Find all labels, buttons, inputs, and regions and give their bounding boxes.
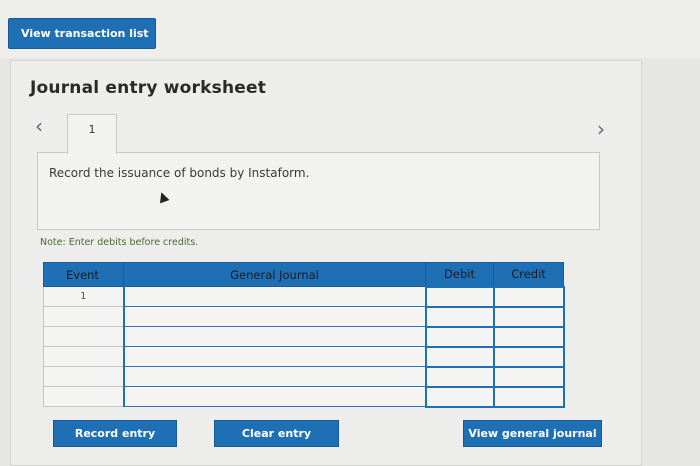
table-row xyxy=(43,345,565,368)
debit-input[interactable] xyxy=(424,325,495,348)
debit-input[interactable] xyxy=(424,345,495,368)
tab-entry-1[interactable]: 1 xyxy=(67,114,117,154)
table-row xyxy=(43,365,565,388)
chevron-right-icon[interactable]: › xyxy=(597,119,605,139)
table-row xyxy=(43,305,565,328)
event-cell xyxy=(43,346,124,367)
account-select[interactable] xyxy=(122,286,427,307)
debit-input[interactable] xyxy=(424,305,495,328)
credit-input[interactable] xyxy=(492,385,565,408)
tab-label: 1 xyxy=(88,123,96,136)
credit-input[interactable] xyxy=(492,305,565,328)
credit-input[interactable] xyxy=(492,285,565,308)
debit-input[interactable] xyxy=(424,365,495,388)
table-row: 1 xyxy=(43,285,565,308)
journal-table: Event General Journal Debit Credit 1 xyxy=(43,262,565,408)
account-select[interactable] xyxy=(122,326,427,347)
instruction-box xyxy=(37,152,600,230)
account-select[interactable] xyxy=(122,366,427,387)
account-select[interactable] xyxy=(122,346,427,367)
note-text: Note: Enter debits before credits. xyxy=(40,237,199,248)
credit-input[interactable] xyxy=(492,365,565,388)
instruction-text: Record the issuance of bonds by Instafor… xyxy=(49,166,310,180)
event-cell xyxy=(43,366,124,387)
debit-input[interactable] xyxy=(424,385,495,408)
view-general-journal-button[interactable]: View general journal xyxy=(463,420,602,447)
event-cell xyxy=(43,306,124,327)
worksheet-title: Journal entry worksheet xyxy=(30,78,267,98)
table-row xyxy=(43,385,565,408)
event-cell: 1 xyxy=(43,286,124,307)
column-header-event: Event xyxy=(43,262,124,287)
chevron-left-icon[interactable]: ‹ xyxy=(35,116,43,136)
column-header-credit: Credit xyxy=(493,262,564,287)
debit-input[interactable] xyxy=(424,285,495,308)
event-cell xyxy=(43,326,124,347)
table-row xyxy=(43,325,565,348)
record-entry-button[interactable]: Record entry xyxy=(53,420,177,447)
column-header-debit: Debit xyxy=(425,262,494,287)
credit-input[interactable] xyxy=(492,325,565,348)
event-cell xyxy=(43,386,124,407)
account-select[interactable] xyxy=(122,386,427,407)
account-select[interactable] xyxy=(122,306,427,327)
credit-input[interactable] xyxy=(492,345,565,368)
view-transaction-list-button[interactable]: View transaction list xyxy=(8,18,156,49)
clear-entry-button[interactable]: Clear entry xyxy=(214,420,339,447)
column-header-general-journal: General Journal xyxy=(123,262,426,287)
